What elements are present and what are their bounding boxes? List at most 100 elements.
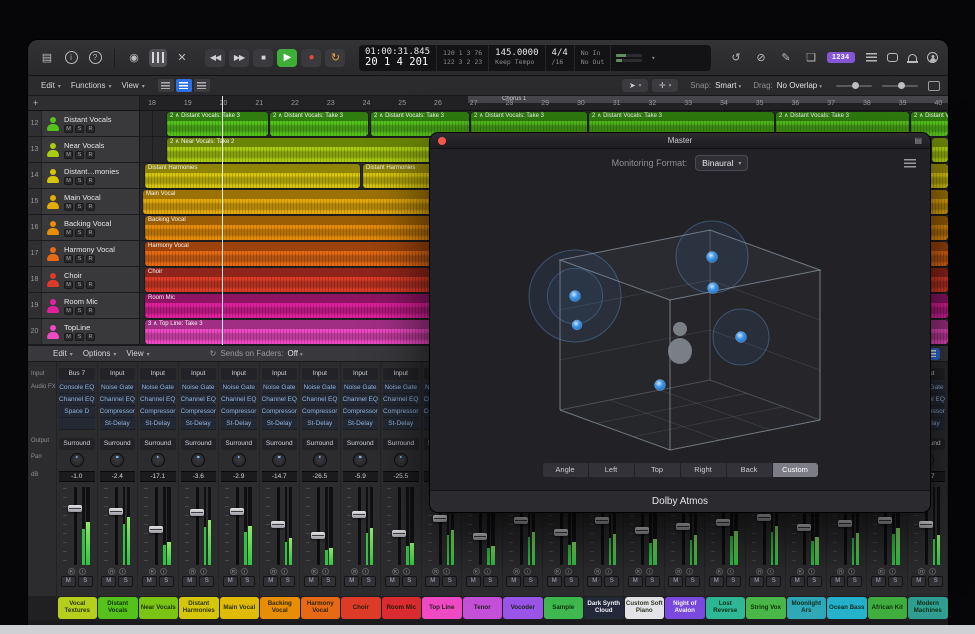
mixer-menu-view[interactable]: View	[121, 349, 154, 358]
record-enable-button[interactable]: R	[351, 568, 358, 575]
mute-button[interactable]: M	[587, 576, 602, 587]
track-header[interactable]: 15Main VocalMSR	[28, 189, 140, 214]
fader-cap[interactable]	[878, 517, 892, 524]
mute-button[interactable]: M	[344, 576, 359, 587]
track-s-button[interactable]: S	[75, 229, 84, 237]
fx-slot[interactable]: Channel EQ	[59, 394, 95, 406]
input-monitor-button[interactable]: I	[686, 568, 693, 575]
mute-button[interactable]: M	[709, 576, 724, 587]
track-r-button[interactable]: R	[86, 151, 95, 159]
fader-cap[interactable]	[757, 514, 771, 521]
fader[interactable]	[179, 485, 219, 567]
view-grid-button-3[interactable]	[194, 79, 210, 92]
output-slot[interactable]: Surround	[140, 438, 176, 450]
fx-slot[interactable]: Channel EQ	[343, 394, 379, 406]
fx-slot[interactable]: Compressor	[221, 406, 257, 418]
speaker-sphere[interactable]	[707, 252, 718, 263]
fader[interactable]	[219, 485, 259, 567]
record-enable-button[interactable]: R	[918, 568, 925, 575]
input-slot[interactable]: Input	[221, 368, 257, 380]
fader-cap[interactable]	[109, 508, 123, 515]
solo-button[interactable]: S	[199, 576, 214, 587]
arrangement-marker[interactable]: Chorus 1	[468, 96, 948, 103]
fx-slot[interactable]: St-Delay	[181, 418, 217, 430]
mute-button[interactable]: M	[871, 576, 886, 587]
track-header[interactable]: 13Near VocalsMSR	[28, 137, 140, 162]
fx-slot[interactable]: Noise Gate	[383, 382, 419, 394]
channel-name-label[interactable]: String Vox	[746, 597, 786, 619]
channel-strip[interactable]: InputNoise GateChannel EQCompressorSt-De…	[138, 362, 179, 596]
pencil-icon[interactable]: ✎	[777, 49, 795, 67]
fx-slot[interactable]: Compressor	[343, 406, 379, 418]
fader-cap[interactable]	[595, 517, 609, 524]
stop-button[interactable]: ■	[253, 49, 273, 67]
editors-icon[interactable]: ✕	[173, 49, 191, 67]
solo-button[interactable]: S	[361, 576, 376, 587]
solo-button[interactable]: S	[685, 576, 700, 587]
region[interactable]: 2 ∧ Distant Vocals: Take 3	[270, 112, 368, 136]
surround-pan-knob[interactable]	[191, 453, 205, 467]
atmos-tab-top[interactable]: Top	[635, 463, 680, 477]
channel-name-label[interactable]: Ocean Bass	[827, 597, 867, 619]
output-slot[interactable]: Surround	[100, 438, 136, 450]
fx-slot[interactable]: Channel EQ	[140, 394, 176, 406]
input-slot[interactable]: Input	[262, 368, 298, 380]
surround-pan-knob[interactable]	[272, 453, 286, 467]
fx-slot[interactable]: St-Delay	[343, 418, 379, 430]
surround-pan-knob[interactable]	[110, 453, 124, 467]
mute-button[interactable]: M	[425, 576, 440, 587]
add-track-button[interactable]: +	[33, 98, 38, 108]
channel-name-label[interactable]: Harmony Vocal	[301, 597, 341, 619]
pointer-tool-menu[interactable]: ➤	[622, 79, 648, 92]
solo-button[interactable]: S	[604, 576, 619, 587]
channel-name-label[interactable]: Moonlight Ars	[787, 597, 827, 619]
input-slot[interactable]: Input	[383, 368, 419, 380]
fader[interactable]	[341, 485, 381, 567]
track-r-button[interactable]: R	[86, 203, 95, 211]
solo-button[interactable]: S	[240, 576, 255, 587]
snap-control[interactable]: Snap: Smart	[690, 81, 741, 90]
record-enable-button[interactable]: R	[149, 568, 156, 575]
record-enable-button[interactable]: R	[68, 568, 75, 575]
track-s-button[interactable]: S	[75, 307, 84, 315]
mixer-menu-options[interactable]: Options	[78, 349, 122, 358]
input-slot[interactable]: Input	[181, 368, 217, 380]
fader-cap[interactable]	[271, 521, 285, 528]
speaker-sphere[interactable]	[570, 291, 581, 302]
track-header[interactable]: 17Harmony VocalMSR	[28, 241, 140, 266]
channel-strip[interactable]: InputNoise GateChannel EQCompressorSt-De…	[341, 362, 382, 596]
record-button[interactable]: ●	[301, 49, 321, 67]
input-monitor-button[interactable]: I	[646, 568, 653, 575]
lcd-chevron-icon[interactable]: ▾	[647, 45, 659, 71]
output-slot[interactable]: Surround	[181, 438, 217, 450]
record-enable-button[interactable]: R	[270, 568, 277, 575]
lcd-display[interactable]: 01:00:31.845 20 1 4 201 120 1 3 76 122 3…	[359, 45, 711, 71]
record-enable-button[interactable]: R	[837, 568, 844, 575]
view-grid-button-1[interactable]	[158, 79, 174, 92]
output-slot[interactable]: Surround	[59, 438, 95, 450]
fader-cap[interactable]	[190, 509, 204, 516]
region[interactable]	[932, 138, 948, 162]
fader[interactable]	[138, 485, 178, 567]
notes-icon[interactable]	[887, 53, 898, 62]
channel-name-label[interactable]: Backing Vocal	[260, 597, 300, 619]
mute-button[interactable]: M	[749, 576, 764, 587]
fx-slot[interactable]: Noise Gate	[100, 382, 136, 394]
track-r-button[interactable]: R	[86, 281, 95, 289]
track-s-button[interactable]: S	[75, 125, 84, 133]
panel-toggle-icon[interactable]: ▤	[914, 136, 922, 145]
record-enable-button[interactable]: R	[716, 568, 723, 575]
track-header[interactable]: 12Distant VocalsMSR	[28, 111, 140, 136]
input-monitor-button[interactable]: I	[727, 568, 734, 575]
record-enable-button[interactable]: R	[797, 568, 804, 575]
input-monitor-button[interactable]: I	[484, 568, 491, 575]
channel-name-label[interactable]: Tenor	[463, 597, 503, 619]
mute-button[interactable]: M	[466, 576, 481, 587]
monitoring-format-select[interactable]: Binaural	[695, 155, 748, 171]
fx-slot[interactable]: Noise Gate	[221, 382, 257, 394]
channel-name-label[interactable]: Room Mic	[382, 597, 422, 619]
track-header[interactable]: 20TopLineMSR	[28, 319, 140, 344]
channel-name-label[interactable]: Vocoder	[503, 597, 543, 619]
stacks-icon[interactable]: ❑	[802, 49, 820, 67]
input-monitor-button[interactable]: I	[808, 568, 815, 575]
